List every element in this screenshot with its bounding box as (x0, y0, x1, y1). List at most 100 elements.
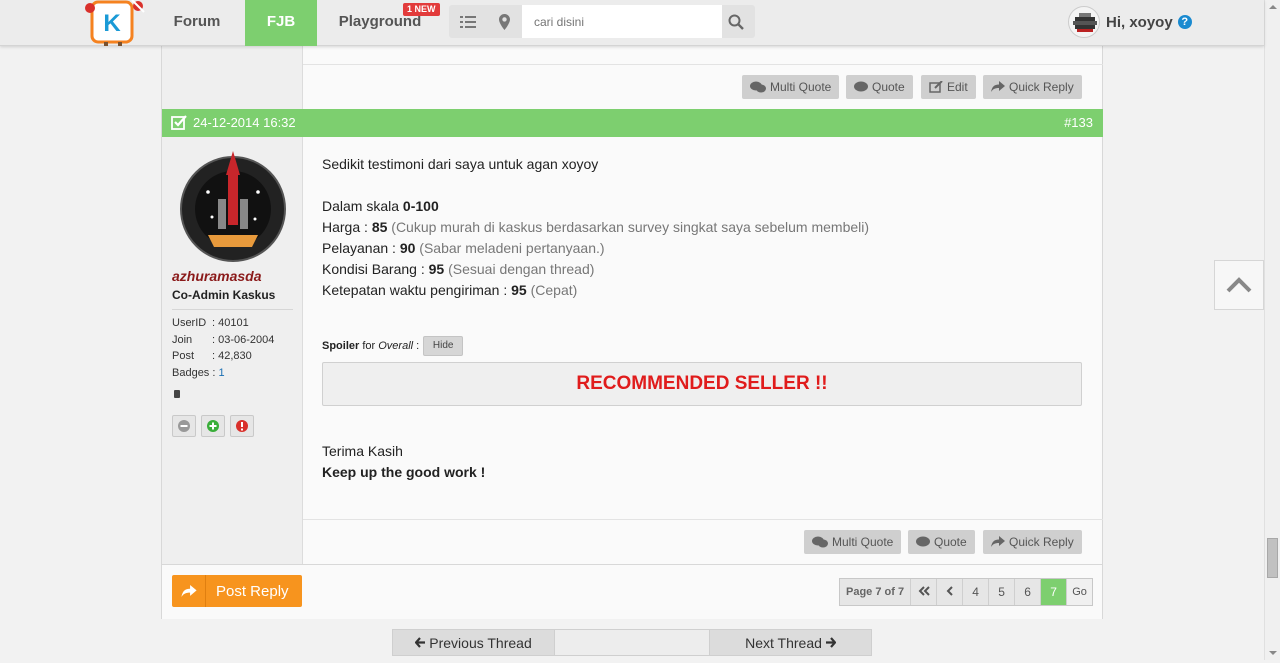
badge-icon[interactable] (174, 390, 180, 398)
quote-button[interactable]: Quote (908, 530, 975, 554)
thread-nav-spacer (554, 630, 710, 655)
first-page-button[interactable] (910, 579, 936, 605)
arrow-left-icon (415, 637, 426, 648)
page-indicator: Page 7 of 7 (846, 586, 905, 598)
plus-bubble-icon (207, 420, 219, 432)
multi-quote-button[interactable]: Multi Quote (804, 530, 902, 554)
search-input[interactable] (522, 5, 722, 38)
rating-scale: Dalam skala 0-100 (322, 198, 439, 214)
comments-icon (750, 81, 766, 93)
badges-link[interactable]: 1 (218, 367, 224, 379)
share-icon (991, 536, 1005, 547)
quick-reply-label: Quick Reply (1009, 535, 1074, 549)
spoiler-content: RECOMMENDED SELLER !! (322, 362, 1082, 406)
arrow-right-icon (825, 637, 836, 648)
check-square-icon (171, 115, 187, 130)
spoiler-header: Spoiler for Overall : Hide (322, 336, 464, 356)
help-icon[interactable]: ? (1177, 15, 1192, 29)
author-join-date: Join: 03-06-2004 (172, 334, 275, 346)
author-avatar[interactable] (178, 147, 288, 265)
warning-bubble-icon (236, 420, 248, 432)
quick-reply-label: Quick Reply (1009, 80, 1074, 94)
share-icon (991, 81, 1005, 92)
spoiler-hide-button[interactable]: Hide (423, 336, 464, 356)
author-rank: Co-Admin Kaskus (172, 288, 276, 302)
rating-pelayanan: Pelayanan : 90 (Sabar meladeni pertanyaa… (322, 240, 605, 256)
scroll-up-icon[interactable] (1265, 0, 1280, 14)
quote-button[interactable]: Quote (846, 75, 913, 99)
page-6-button[interactable]: 6 (1014, 579, 1040, 605)
quick-reply-button[interactable]: Quick Reply (983, 75, 1082, 99)
post-header: 24-12-2014 16:32 #133 (162, 109, 1103, 137)
previous-post-author-column (162, 46, 303, 109)
report-post-button[interactable] (230, 415, 254, 437)
reply-icon (172, 575, 206, 607)
edit-label: Edit (947, 80, 968, 94)
edit-icon (929, 81, 943, 93)
rating-harga: Harga : 85 (Cukup murah di kaskus berdas… (322, 219, 870, 235)
chevron-left-icon (946, 586, 953, 596)
divider (162, 564, 1103, 565)
search-bar (449, 5, 755, 38)
go-button[interactable]: Go (1066, 579, 1093, 605)
next-thread-label: Next Thread (745, 634, 822, 651)
scrollbar-thumb[interactable] (1267, 538, 1278, 578)
edit-button[interactable]: Edit (921, 75, 976, 99)
rating-waktu: Ketepatan waktu pengiriman : 95 (Cepat) (322, 282, 578, 298)
author-userid: UserID: 40101 (172, 317, 249, 329)
scroll-to-top-button[interactable] (1214, 260, 1264, 310)
author-post-count: Post: 42,830 (172, 350, 252, 362)
top-navbar: K Forum FJB Playground 1 NEW cari disini… (0, 0, 1264, 46)
author-badges: Badges : 1 (172, 367, 225, 379)
quote-label: Quote (934, 535, 967, 549)
prev-page-button[interactable] (936, 579, 962, 605)
thread-navigation: Previous Thread Next Thread (392, 629, 872, 656)
divider (303, 519, 1103, 520)
previous-thread-button[interactable]: Previous Thread (393, 630, 554, 655)
user-avatar[interactable] (1068, 6, 1100, 38)
scroll-down-icon[interactable] (1265, 646, 1280, 660)
post-intro: Sedikit testimoni dari saya untuk agan x… (322, 156, 599, 172)
post-reply-label: Post Reply (216, 582, 289, 600)
chevron-up-icon (1226, 277, 1252, 293)
previous-thread-label: Previous Thread (429, 634, 532, 651)
svg-text:K: K (103, 10, 121, 37)
multi-quote-button[interactable]: Multi Quote (742, 75, 840, 99)
rating-kondisi: Kondisi Barang : 95 (Sesuai dengan threa… (322, 261, 595, 277)
multi-quote-label: Multi Quote (770, 80, 832, 94)
post-reply-button[interactable]: Post Reply (172, 575, 302, 607)
post-author-column: azhuramasda Co-Admin Kaskus UserID: 4010… (162, 137, 303, 564)
author-username[interactable]: azhuramasda (172, 268, 261, 284)
page-7-button[interactable]: 7 (1040, 579, 1067, 605)
page-4-button[interactable]: 4 (962, 579, 988, 605)
post-content: Sedikit testimoni dari saya untuk agan x… (322, 154, 1092, 301)
post-closing: Terima Kasih Keep up the good work ! (322, 441, 485, 483)
divider (172, 309, 293, 310)
user-greeting[interactable]: Hi, xoyoy (1106, 14, 1173, 31)
give-reputation-button[interactable] (201, 415, 225, 437)
kaskus-logo[interactable]: K (82, 0, 146, 46)
quick-reply-button[interactable]: Quick Reply (983, 530, 1082, 554)
closing-thanks: Terima Kasih (322, 443, 403, 459)
new-badge: 1 NEW (403, 3, 440, 16)
user-menu[interactable]: Hi, xoyoy ? (1068, 5, 1192, 39)
comments-icon (812, 536, 828, 548)
multi-quote-label: Multi Quote (832, 535, 894, 549)
post-permalink[interactable]: #133 (1064, 109, 1093, 137)
page-5-button[interactable]: 5 (988, 579, 1014, 605)
next-thread-button[interactable]: Next Thread (710, 630, 871, 655)
location-icon[interactable] (489, 5, 519, 38)
divider (303, 64, 1103, 65)
search-icon[interactable] (721, 5, 751, 38)
thread-container: Multi Quote Quote Edit Quick Reply 24-12… (161, 46, 1103, 619)
quote-label: Quote (872, 80, 905, 94)
nav-fjb[interactable]: FJB (245, 0, 317, 46)
page-scrollbar[interactable] (1264, 0, 1280, 660)
list-icon[interactable] (453, 5, 483, 38)
comment-icon (854, 81, 868, 92)
profile-action-button[interactable] (172, 415, 196, 437)
nav-forum[interactable]: Forum (166, 0, 228, 46)
user-status-icon (178, 420, 190, 432)
post-date: 24-12-2014 16:32 (193, 115, 296, 130)
comment-icon (916, 536, 930, 547)
